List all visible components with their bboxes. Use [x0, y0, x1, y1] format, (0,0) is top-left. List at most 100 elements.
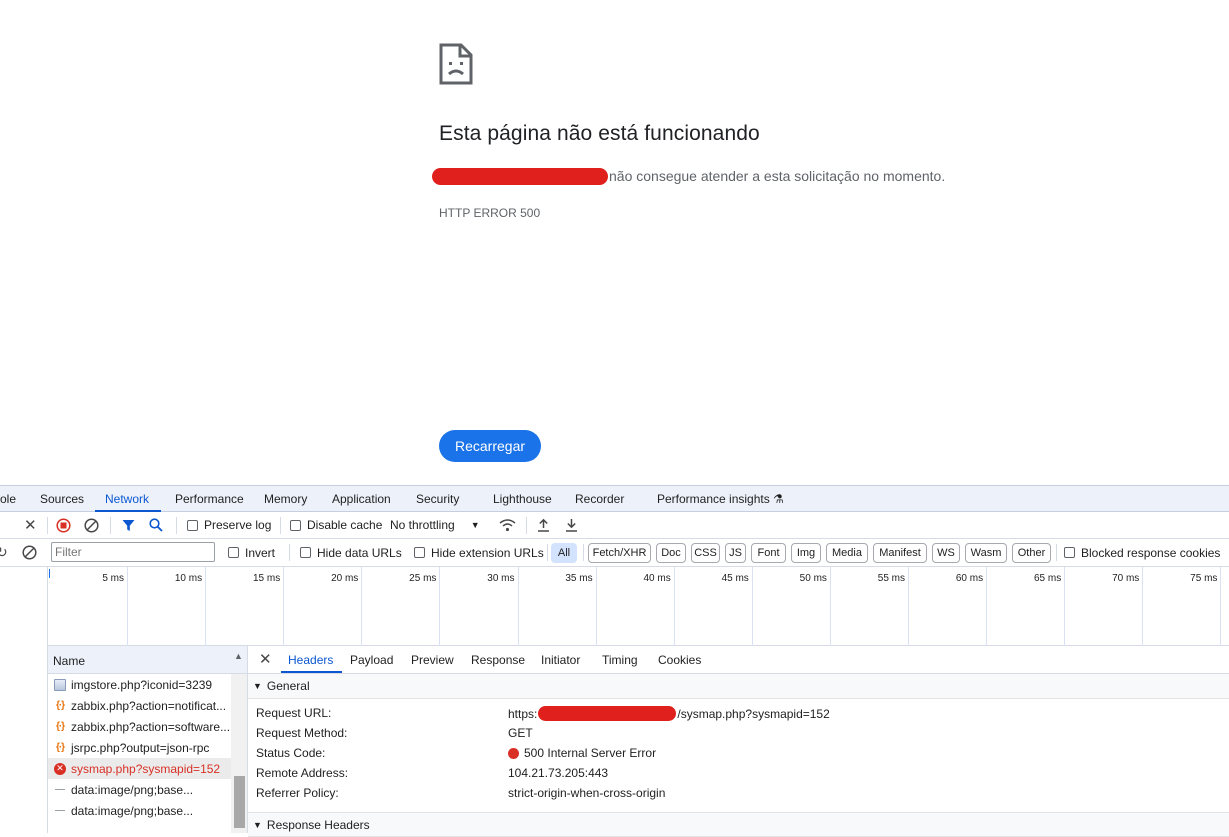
clear-icon[interactable] [84, 512, 99, 538]
invert-checkbox[interactable]: Invert [228, 539, 275, 566]
request-row[interactable]: {·} zabbix.php?action=software... [48, 716, 231, 737]
tab-cookies[interactable]: Cookies [658, 653, 701, 667]
export-har-icon[interactable] [565, 512, 578, 538]
script-icon: {·} [55, 742, 65, 753]
type-filter-wasm[interactable]: Wasm [965, 543, 1007, 563]
blocked-cookies-checkbox[interactable]: Blocked response cookies [1064, 539, 1220, 566]
timeline-grid-line [283, 567, 285, 646]
tab-response[interactable]: Response [471, 653, 525, 667]
tab-initiator[interactable]: Initiator [541, 653, 580, 667]
close-details-icon[interactable]: ✕ [259, 650, 272, 668]
toolbar-divider [176, 517, 177, 534]
type-filter-all[interactable]: All [551, 543, 577, 563]
timeline-grid-line [1064, 567, 1066, 646]
filter-icon[interactable] [122, 512, 135, 538]
tab-security[interactable]: Security [416, 492, 459, 506]
search-icon[interactable] [149, 512, 163, 538]
timeline-tick-label: 60 ms [955, 573, 984, 584]
sad-document-icon [439, 43, 473, 85]
request-row[interactable]: — data:image/png;base... [48, 779, 231, 800]
filter-input[interactable] [51, 542, 215, 562]
tab-performance[interactable]: Performance [175, 492, 244, 506]
scrollbar-thumb[interactable] [234, 776, 245, 828]
toolbar-divider [1056, 544, 1057, 561]
request-row[interactable]: {·} jsrpc.php?output=json-rpc [48, 737, 231, 758]
filter-bar: ↻ Invert Hide data URLs Hide extension U… [0, 539, 1229, 567]
timeline-tick-label: 45 ms [721, 573, 749, 584]
tab-timing[interactable]: Timing [602, 653, 638, 667]
timeline-tick-label: 40 ms [643, 573, 671, 584]
clear-filter-icon[interactable] [22, 539, 37, 566]
import-har-icon[interactable] [537, 512, 550, 538]
request-name: jsrpc.php?output=json-rpc [71, 740, 210, 755]
tab-memory[interactable]: Memory [264, 492, 307, 506]
timeline-grid-line [986, 567, 988, 646]
hide-extension-urls-label: Hide extension URLs [431, 545, 544, 560]
timeline-grid-line [517, 567, 519, 646]
request-url-key: Request URL: [256, 706, 332, 720]
timeline-tick-label: 15 ms [252, 573, 281, 584]
tab-preview[interactable]: Preview [411, 653, 454, 667]
tab-application[interactable]: Application [332, 492, 391, 506]
tab-performance-insights-label: Performance insights [657, 492, 770, 506]
reload-icon[interactable]: ↻ [0, 539, 8, 566]
devtools-panel: ole Sources Network Performance Memory A… [0, 485, 1229, 837]
tab-console[interactable]: ole [0, 492, 16, 506]
tab-headers[interactable]: Headers [288, 653, 333, 667]
name-column-header[interactable]: Name ▲ [48, 646, 247, 674]
request-name: imgstore.php?iconid=3239 [71, 677, 213, 692]
reload-button[interactable]: Recarregar [439, 430, 541, 462]
type-filter-doc[interactable]: Doc [656, 543, 686, 563]
request-url-value: https: /sysmap.php?sysmapid=152 [508, 706, 830, 721]
type-filter-img[interactable]: Img [791, 543, 821, 563]
disable-cache-checkbox[interactable]: Disable cache [290, 512, 382, 538]
network-conditions-icon[interactable] [499, 512, 516, 538]
timeline-grid-line [361, 567, 363, 646]
general-section-header[interactable]: ▼ General [248, 674, 1229, 699]
tab-lighthouse[interactable]: Lighthouse [493, 492, 552, 506]
script-icon: {·} [55, 700, 65, 711]
type-filter-css[interactable]: CSS [691, 543, 720, 563]
type-filter-other[interactable]: Other [1012, 543, 1051, 563]
toolbar-divider [289, 544, 290, 561]
timeline-tick-label: 50 ms [799, 573, 827, 584]
checkbox-box [1064, 547, 1075, 558]
status-code-key: Status Code: [256, 746, 326, 760]
tab-sources[interactable]: Sources [40, 492, 84, 506]
timeline-tick-label: 25 ms [409, 573, 437, 584]
preserve-log-label: Preserve log [204, 518, 272, 532]
record-stop-icon[interactable] [56, 512, 71, 538]
type-filter-js[interactable]: JS [725, 543, 746, 563]
response-headers-section-header[interactable]: ▼ Response Headers [248, 812, 1229, 837]
close-icon[interactable]: ✕ [24, 512, 37, 538]
throttling-select[interactable]: No throttling ▼ [390, 512, 480, 538]
tab-payload[interactable]: Payload [350, 653, 393, 667]
tab-recorder[interactable]: Recorder [575, 492, 624, 506]
type-filter-font[interactable]: Font [751, 543, 786, 563]
hide-extension-urls-checkbox[interactable]: Hide extension URLs [414, 539, 544, 566]
checkbox-box [414, 547, 425, 558]
toolbar-divider [526, 517, 527, 534]
tab-network[interactable]: Network [105, 492, 149, 506]
throttling-value: No throttling [390, 518, 455, 532]
timeline-grid-line [595, 567, 597, 646]
request-name: zabbix.php?action=software... [71, 719, 231, 734]
error-description: não consegue atender a esta solicitação … [432, 167, 945, 186]
request-row[interactable]: — data:image/png;base... [48, 800, 231, 821]
timeline-overview[interactable]: 5 ms 10 ms 15 ms 20 ms 25 ms 30 ms 35 ms 40 ms 4… [48, 567, 1229, 646]
tab-performance-insights[interactable]: Performance insights ⚗ [657, 492, 784, 506]
type-filter-fetch-xhr[interactable]: Fetch/XHR [588, 543, 651, 563]
type-filter-manifest[interactable]: Manifest [873, 543, 927, 563]
checkbox-box [290, 519, 301, 531]
type-filter-ws[interactable]: WS [932, 543, 960, 563]
preserve-log-checkbox[interactable]: Preserve log [187, 512, 271, 538]
redaction-mark [432, 167, 608, 185]
request-row[interactable]: imgstore.php?iconid=3239 [48, 674, 231, 695]
invert-label: Invert [245, 545, 276, 560]
toolbar-divider [583, 544, 584, 561]
expand-triangle-icon: ▼ [253, 681, 262, 691]
request-row-selected[interactable]: ✕ sysmap.php?sysmapid=152 [48, 758, 231, 779]
type-filter-media[interactable]: Media [826, 543, 868, 563]
request-row[interactable]: {·} zabbix.php?action=notificat... [48, 695, 231, 716]
hide-data-urls-checkbox[interactable]: Hide data URLs [300, 539, 402, 566]
